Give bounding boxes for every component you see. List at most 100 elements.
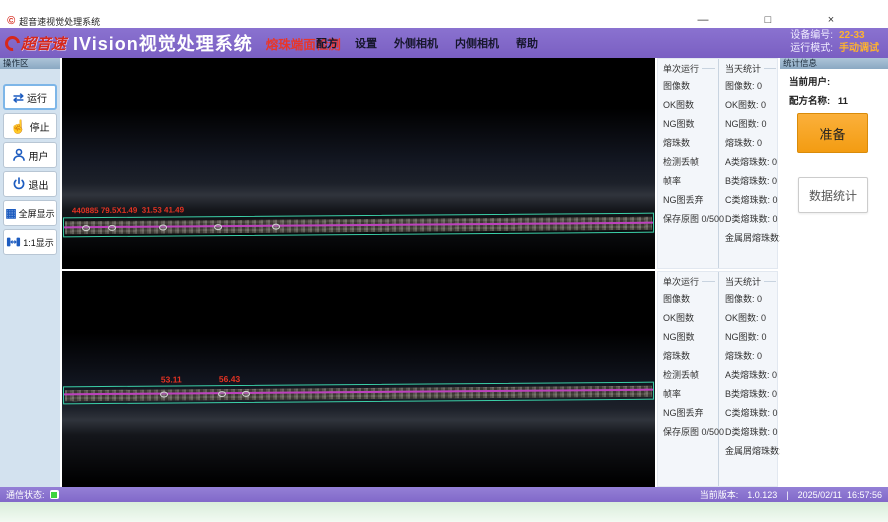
current-user-row: 当前用户:	[789, 74, 888, 88]
status-bar: 通信状态: 当前版本: 1.0.123 | 2025/02/11 16:57:5…	[0, 487, 888, 502]
stat-row: NG图数	[663, 328, 718, 347]
menu-recipe[interactable]: 配方	[316, 35, 338, 51]
stat-row: 图像数: 0	[725, 290, 779, 309]
menu-outer-camera[interactable]: 外侧相机	[394, 35, 438, 51]
version-value: 1.0.123	[747, 490, 777, 500]
brand-block: 超音速 IVision视觉处理系统 熔珠端面检测	[5, 28, 341, 58]
stop-button[interactable]: ☝ 停止	[3, 113, 57, 139]
stat-row: 检测丢帧	[663, 153, 718, 172]
run-icon: ⇄	[13, 91, 24, 104]
inner-camera-viewport[interactable]: 53.11 56.43	[62, 271, 655, 487]
camera1-detection-overlay: 440885 79.5X1.49 31.53 41.49	[63, 202, 654, 241]
power-icon	[12, 177, 26, 191]
brand-swoosh-icon	[2, 32, 23, 53]
camera2-bounding-box	[63, 382, 654, 405]
stat-row: OK图数: 0	[725, 96, 779, 115]
single-run-column: 单次运行 图像数 OK图数 NG图数 熔珠数 检测丢帧 帧率 NG图丢弃 保存原…	[658, 272, 719, 486]
stop-hand-icon: ☝	[10, 120, 26, 133]
menu-inner-camera[interactable]: 内侧相机	[455, 35, 499, 51]
run-button[interactable]: ⇄ 运行	[3, 84, 57, 110]
menu-settings[interactable]: 设置	[355, 35, 377, 51]
outer-camera-viewport[interactable]: 440885 79.5X1.49 31.53 41.49	[62, 58, 655, 269]
one-to-one-button[interactable]: 1:1显示	[3, 229, 57, 255]
stat-row: 熔珠数	[663, 134, 718, 153]
run-label: 运行	[27, 90, 47, 105]
day-stats-title: 当天统计	[725, 275, 779, 287]
menu-help[interactable]: 帮助	[516, 35, 538, 51]
version-block: 当前版本: 1.0.123 | 2025/02/11 16:57:56	[700, 487, 882, 502]
user-icon	[12, 148, 26, 162]
app-header: 超音速 IVision视觉处理系统 熔珠端面检测 配方 设置 外侧相机 内侧相机…	[0, 28, 888, 58]
sidebar-title: 操作区	[0, 58, 60, 69]
fullscreen-icon: ▦	[5, 207, 16, 219]
device-id-label: 设备编号:	[790, 30, 833, 42]
stat-row: 检测丢帧	[663, 366, 718, 385]
page-title: IVision视觉处理系统	[73, 30, 253, 56]
device-info: 设备编号: 22-33 运行模式: 手动调试	[790, 30, 879, 55]
stat-row: 帧率	[663, 172, 718, 191]
fullscreen-button[interactable]: ▦ 全屏显示	[3, 200, 57, 226]
single-run-title: 单次运行	[663, 275, 718, 287]
os-titlebar: © 超音速视觉处理系统 — □ ×	[0, 0, 888, 28]
bead-mark	[214, 224, 222, 230]
exit-button[interactable]: 退出	[3, 171, 57, 197]
stat-row: 保存原图 0/500	[663, 210, 718, 229]
stat-row: 金属屑熔珠数: 0	[725, 442, 779, 461]
day-stats-title: 当天统计	[725, 62, 779, 74]
app-window: © 超音速视觉处理系统 — □ × 超音速 IVision视觉处理系统 熔珠端面…	[0, 0, 888, 522]
current-user-label: 当前用户:	[789, 77, 830, 88]
version-label: 当前版本:	[700, 488, 739, 501]
data-statistics-button[interactable]: 数据统计	[798, 177, 868, 213]
bead-mark	[242, 391, 250, 397]
day-stats-column: 当天统计 图像数: 0 OK图数: 0 NG图数: 0 熔珠数: 0 A类熔珠数…	[719, 59, 779, 268]
stat-row: 图像数	[663, 77, 718, 96]
bead-mark	[108, 225, 116, 231]
stat-row: OK图数	[663, 96, 718, 115]
prepare-button[interactable]: 准备	[797, 113, 868, 153]
camera1-measurement-annotation: 440885 79.5X1.49 31.53 41.49	[72, 205, 184, 215]
single-run-column: 单次运行 图像数 OK图数 NG图数 熔珠数 检测丢帧 帧率 NG图丢弃 保存原…	[658, 59, 719, 268]
recipe-name-value: 11	[838, 96, 848, 107]
stat-row: 帧率	[663, 385, 718, 404]
camera2-detection-overlay: 53.11 56.43	[63, 371, 654, 410]
comm-status: 通信状态:	[6, 487, 59, 502]
window-title: 超音速视觉处理系统	[19, 15, 100, 28]
camera2-measure-right: 56.43	[219, 374, 240, 384]
bead-mark	[218, 391, 226, 397]
desktop-background	[0, 502, 888, 522]
stats-panel-outer: 单次运行 图像数 OK图数 NG图数 熔珠数 检测丢帧 帧率 NG图丢弃 保存原…	[657, 58, 778, 269]
stat-row: 金属屑熔珠数: 0	[725, 229, 779, 248]
stat-row: NG图数: 0	[725, 115, 779, 134]
stats-panel-inner: 单次运行 图像数 OK图数 NG图数 熔珠数 检测丢帧 帧率 NG图丢弃 保存原…	[657, 271, 778, 487]
device-id-value: 22-33	[839, 30, 879, 42]
run-mode-value: 手动调试	[839, 43, 879, 55]
comm-status-led-icon	[50, 490, 59, 499]
camera2-measure-left: 53.11	[161, 374, 182, 384]
stat-row: C类熔珠数: 0	[725, 191, 779, 210]
maximize-button[interactable]: □	[757, 13, 779, 27]
stat-row: B类熔珠数: 0	[725, 172, 779, 191]
stat-row: NG图丢弃	[663, 404, 718, 423]
app-logo-icon: ©	[7, 16, 15, 27]
stop-label: 停止	[30, 119, 50, 134]
statistics-info-panel: 统计信息 当前用户: 配方名称: 11 准备 数据统计	[780, 58, 888, 487]
stat-row: 熔珠数	[663, 347, 718, 366]
stat-row: A类熔珠数: 0	[725, 153, 779, 172]
user-button[interactable]: 用户	[3, 142, 57, 168]
stat-row: NG图丢弃	[663, 191, 718, 210]
stat-row: 图像数: 0	[725, 77, 779, 96]
one-to-one-label: 1:1显示	[23, 236, 54, 249]
bead-mark	[272, 224, 280, 230]
single-run-title: 单次运行	[663, 62, 718, 74]
operation-sidebar: 操作区 ⇄ 运行 ☝ 停止 用户 退出 ▦ 全屏显示	[0, 58, 60, 487]
bead-mark	[159, 225, 167, 231]
stat-row: 熔珠数: 0	[725, 134, 779, 153]
one-to-one-icon	[6, 235, 21, 249]
recipe-name-label: 配方名称:	[789, 96, 830, 107]
minimize-button[interactable]: —	[692, 13, 714, 27]
status-divider: |	[786, 490, 788, 500]
stat-row: 保存原图 0/500	[663, 423, 718, 442]
stat-row: NG图数: 0	[725, 328, 779, 347]
close-button[interactable]: ×	[820, 13, 842, 27]
status-datetime: 2025/02/11 16:57:56	[798, 490, 882, 500]
